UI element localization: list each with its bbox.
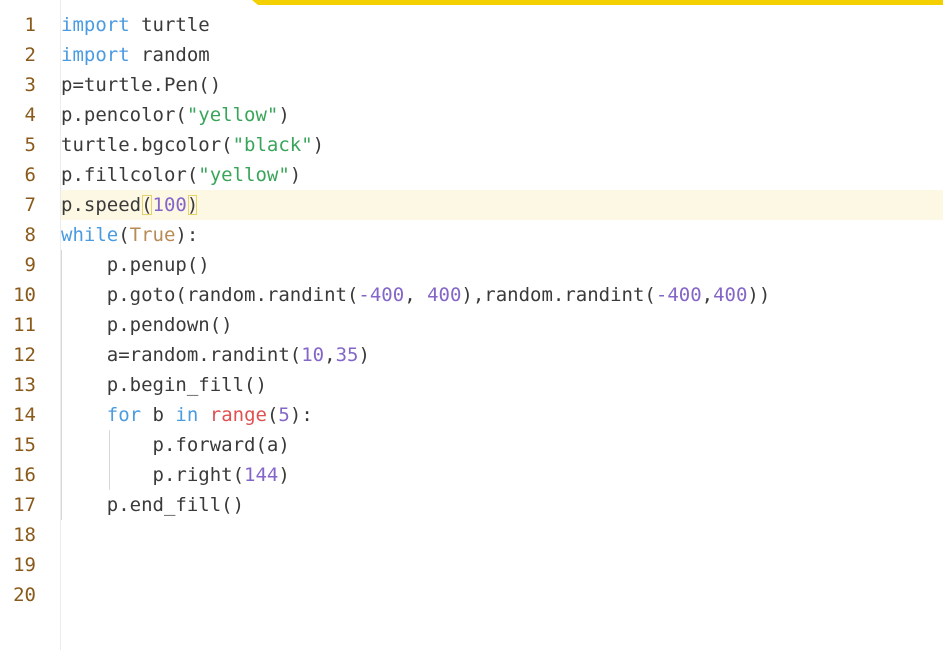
code-token: ( [266, 404, 279, 426]
line-number: 4 [24, 104, 36, 126]
code-line[interactable] [61, 580, 943, 610]
code-token: p.speed [61, 194, 142, 216]
code-token: -400 [358, 284, 405, 306]
code-token: "black" [232, 134, 313, 156]
code-line[interactable]: p.fillcolor("yellow") [61, 160, 943, 190]
code-area[interactable]: import turtle import random p=turtle.Pen()… [61, 10, 943, 610]
code-token: for [106, 404, 142, 426]
code-token: 100 [152, 194, 187, 216]
code-token: import [61, 14, 130, 36]
code-token: ): [175, 224, 199, 246]
code-token: p.penup() [61, 254, 210, 276]
code-token: 10 [301, 344, 325, 366]
line-number: 2 [24, 44, 36, 66]
code-token: -400 [655, 284, 702, 306]
code-line[interactable]: a=random.randint(10,35) [61, 340, 943, 370]
code-token: "yellow" [186, 104, 279, 126]
line-number: 12 [13, 344, 36, 366]
code-token: turtle [129, 14, 210, 36]
code-line[interactable]: p.goto(random.randint(-400, 400),random.… [61, 280, 943, 310]
line-number: 1 [24, 14, 36, 36]
code-token: ) [358, 344, 370, 366]
code-line[interactable]: p.penup() [61, 250, 943, 280]
line-number: 9 [24, 254, 36, 276]
code-token: p.pencolor( [61, 104, 187, 126]
code-token: p.forward(a) [61, 434, 290, 456]
code-token: p.goto(random.randint( [61, 284, 359, 306]
code-line[interactable]: p.speed(100) [61, 190, 943, 220]
code-token: , [404, 284, 428, 306]
line-number: 8 [24, 224, 36, 246]
code-token: 400 [427, 284, 462, 306]
code-token: ( [118, 224, 130, 246]
line-number: 13 [13, 374, 36, 396]
code-line[interactable]: p.forward(a) [61, 430, 943, 460]
code-token: ) [278, 464, 290, 486]
code-line[interactable]: p.pencolor("yellow") [61, 100, 943, 130]
code-token: True [129, 224, 176, 246]
code-token: p.end_fill() [61, 494, 245, 516]
code-token: 144 [244, 464, 279, 486]
code-token: import [61, 44, 130, 66]
code-token: turtle.bgcolor( [61, 134, 233, 156]
line-number: 3 [24, 74, 36, 96]
code-token: ) [289, 164, 302, 186]
code-line[interactable]: for b in range(5): [61, 400, 943, 430]
code-token: ) [278, 104, 290, 126]
editor-top-accent-bar [252, 0, 943, 5]
code-token: p=turtle.Pen() [61, 74, 222, 96]
code-token: 5 [278, 404, 290, 426]
line-number: 6 [24, 164, 36, 186]
code-line[interactable]: import turtle [61, 10, 943, 40]
code-line[interactable] [61, 550, 943, 580]
code-line[interactable]: p.begin_fill() [61, 370, 943, 400]
code-line[interactable]: p=turtle.Pen() [61, 70, 943, 100]
code-token: p.pendown() [61, 314, 233, 336]
line-number: 16 [13, 464, 36, 486]
line-number: 5 [24, 134, 36, 156]
line-number: 19 [13, 554, 36, 576]
code-token: )) [747, 284, 771, 306]
code-token: 35 [335, 344, 359, 366]
code-editor[interactable]: 1 2 3 4 5 6 7 8 9 10 11 12 13 14 15 16 17 18 19 20 import t… [0, 0, 943, 650]
code-token: in [175, 404, 199, 426]
code-token: , [701, 284, 714, 306]
code-token: ) [186, 194, 199, 216]
code-token: ( [141, 194, 153, 216]
code-token: b [141, 404, 176, 426]
code-line[interactable] [61, 520, 943, 550]
line-number: 14 [13, 404, 36, 426]
code-line[interactable]: p.right(144) [61, 460, 943, 490]
code-token: ),random.randint( [461, 284, 656, 306]
code-line[interactable]: p.end_fill() [61, 490, 943, 520]
line-number: 7 [24, 194, 36, 216]
line-number: 15 [13, 434, 36, 456]
code-token: a=random.randint( [61, 344, 302, 366]
code-token: while [61, 224, 119, 246]
code-line[interactable]: turtle.bgcolor("black") [61, 130, 943, 160]
code-token: p.fillcolor( [61, 164, 199, 186]
code-token: "yellow" [198, 164, 290, 186]
line-number: 11 [13, 314, 36, 336]
code-token: p.right( [61, 464, 245, 486]
code-token: random [129, 44, 210, 66]
line-number: 10 [13, 284, 36, 306]
code-token: p.begin_fill() [61, 374, 267, 396]
code-line[interactable]: import random [61, 40, 943, 70]
code-line[interactable]: p.pendown() [61, 310, 943, 340]
line-number-gutter: 1 2 3 4 5 6 7 8 9 10 11 12 13 14 15 16 17 18 19 20 [0, 0, 61, 650]
code-token: range [209, 404, 267, 426]
code-token: ) [312, 134, 325, 156]
code-token: 400 [713, 284, 748, 306]
line-number: 17 [13, 494, 36, 516]
code-token: , [324, 344, 336, 366]
code-line[interactable]: while(True): [61, 220, 943, 250]
code-token: ): [289, 404, 313, 426]
line-number: 20 [13, 584, 36, 606]
line-number: 18 [13, 524, 36, 546]
